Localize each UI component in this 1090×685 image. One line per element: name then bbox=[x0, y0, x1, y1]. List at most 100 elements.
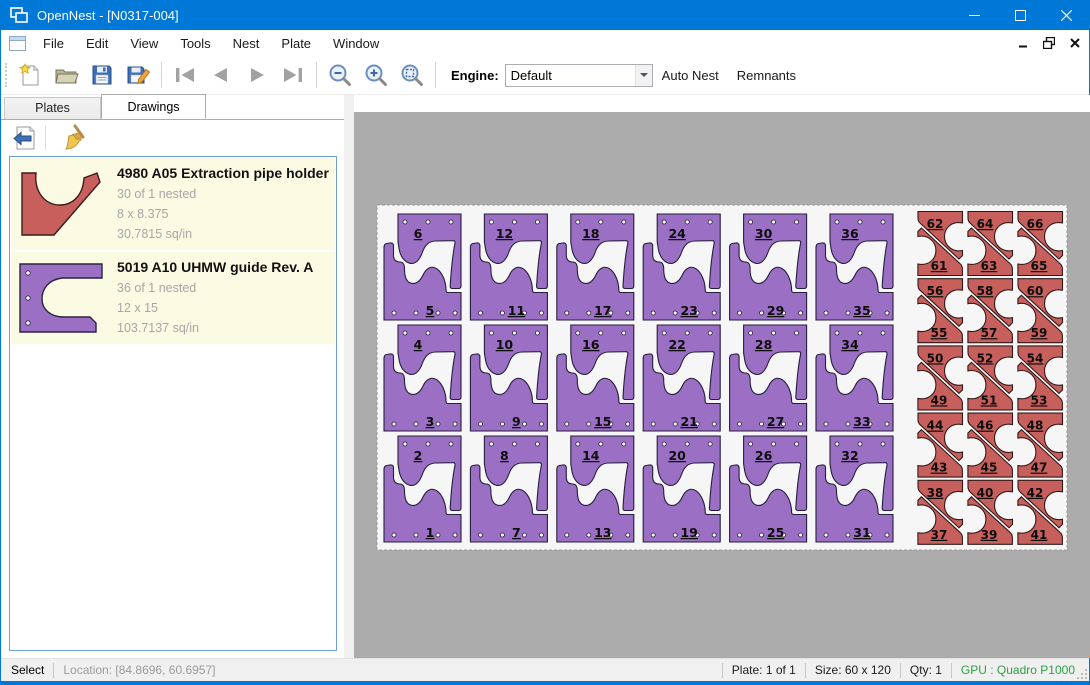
part-number: 22 bbox=[668, 337, 685, 352]
part-number: 65 bbox=[1031, 259, 1048, 273]
part-number: 66 bbox=[1027, 217, 1044, 231]
app-icon bbox=[10, 7, 28, 23]
import-drawing-button[interactable] bbox=[7, 123, 41, 153]
status-location: Location: [84.8696, 60.6957] bbox=[63, 663, 215, 677]
tab-plates[interactable]: Plates bbox=[4, 97, 101, 119]
nest-canvas[interactable]: 6543211211109871817161514132423222120193… bbox=[354, 95, 1090, 658]
part-number: 3 bbox=[426, 414, 435, 429]
menu-plate[interactable]: Plate bbox=[270, 32, 322, 55]
part-number: 42 bbox=[1027, 486, 1044, 500]
remnants-button[interactable]: Remnants bbox=[728, 62, 805, 89]
window-title: OpenNest - [N0317-004] bbox=[37, 8, 179, 23]
drawing-thumbnail-red bbox=[11, 160, 111, 248]
zoom-out-icon bbox=[327, 62, 353, 88]
mdi-minimize-button[interactable] bbox=[1015, 35, 1031, 51]
part-number: 33 bbox=[853, 414, 870, 429]
part-number: 20 bbox=[668, 448, 686, 463]
part-number: 24 bbox=[668, 226, 686, 241]
status-plate: Plate: 1 of 1 bbox=[732, 663, 796, 677]
part-number: 55 bbox=[931, 326, 948, 340]
toolbar-grip[interactable] bbox=[5, 63, 8, 87]
menu-edit[interactable]: Edit bbox=[75, 32, 119, 55]
engine-label: Engine: bbox=[451, 68, 499, 83]
window-bottom-border bbox=[1, 681, 1089, 685]
save-as-button[interactable] bbox=[120, 59, 156, 91]
panel-splitter[interactable] bbox=[344, 95, 354, 658]
part-number: 16 bbox=[582, 337, 600, 352]
mdi-document-icon[interactable] bbox=[9, 36, 26, 51]
status-bar: Select Location: [84.8696, 60.6957] Plat… bbox=[1, 658, 1089, 681]
import-drawing-icon bbox=[10, 124, 38, 152]
part-number: 31 bbox=[853, 525, 870, 540]
broom-icon bbox=[59, 124, 87, 152]
maximize-button[interactable] bbox=[997, 0, 1043, 30]
zoom-in-button[interactable] bbox=[358, 59, 394, 91]
go-last-icon bbox=[280, 62, 306, 88]
part-number: 43 bbox=[931, 461, 948, 475]
part-number: 12 bbox=[496, 226, 513, 241]
go-previous-icon bbox=[208, 62, 234, 88]
drawing-thumbnail-purple bbox=[11, 254, 111, 342]
part-number: 41 bbox=[1031, 528, 1048, 542]
open-file-button[interactable] bbox=[48, 59, 84, 91]
menu-nest[interactable]: Nest bbox=[222, 32, 271, 55]
mdi-restore-button[interactable] bbox=[1041, 35, 1057, 51]
part-number: 53 bbox=[1031, 393, 1048, 407]
part-number: 52 bbox=[977, 351, 994, 365]
status-mode: Select bbox=[11, 663, 44, 677]
drawing-area: 30.7815 sq/in bbox=[117, 224, 335, 244]
chevron-down-icon bbox=[640, 73, 648, 77]
part-number: 7 bbox=[512, 525, 521, 540]
status-qty: Qty: 1 bbox=[910, 663, 942, 677]
clear-drawings-button[interactable] bbox=[56, 123, 90, 153]
zoom-fit-icon bbox=[399, 62, 425, 88]
zoom-fit-button[interactable] bbox=[394, 59, 430, 91]
part-number: 27 bbox=[767, 414, 784, 429]
drawing-area: 103.7137 sq/in bbox=[117, 318, 335, 338]
go-first-icon bbox=[172, 62, 198, 88]
drawings-toolbar bbox=[1, 120, 344, 156]
menu-tools[interactable]: Tools bbox=[169, 32, 221, 55]
part-number: 63 bbox=[981, 259, 998, 273]
resize-grip[interactable] bbox=[1076, 668, 1088, 680]
drawing-item-2[interactable]: 5019 A10 UHMW guide Rev. A 36 of 1 neste… bbox=[11, 252, 335, 344]
part-number: 21 bbox=[680, 414, 697, 429]
drawing-item-1[interactable]: 4980 A05 Extraction pipe holder 30 of 1 … bbox=[11, 158, 335, 250]
part-number: 39 bbox=[981, 528, 998, 542]
part-number: 19 bbox=[680, 525, 697, 540]
part-number: 54 bbox=[1027, 351, 1044, 365]
go-previous-button[interactable] bbox=[203, 59, 239, 91]
save-button[interactable] bbox=[84, 59, 120, 91]
part-number: 46 bbox=[977, 419, 994, 433]
go-next-button[interactable] bbox=[239, 59, 275, 91]
part-number: 64 bbox=[977, 217, 994, 231]
part-number: 23 bbox=[680, 303, 697, 318]
part-number: 38 bbox=[927, 486, 944, 500]
go-last-button[interactable] bbox=[275, 59, 311, 91]
tab-drawings[interactable]: Drawings bbox=[101, 94, 206, 119]
menu-view[interactable]: View bbox=[119, 32, 169, 55]
part-number: 60 bbox=[1027, 284, 1044, 298]
save-icon bbox=[89, 62, 115, 88]
minimize-button[interactable] bbox=[951, 0, 997, 30]
part-number: 32 bbox=[841, 448, 858, 463]
left-panel: Plates Drawings bbox=[1, 95, 344, 658]
menu-file[interactable]: File bbox=[32, 32, 75, 55]
auto-nest-button[interactable]: Auto Nest bbox=[653, 62, 728, 89]
part-number: 17 bbox=[594, 303, 611, 318]
part-number: 13 bbox=[594, 525, 611, 540]
part-number: 26 bbox=[755, 448, 773, 463]
part-number: 61 bbox=[931, 259, 948, 273]
drawings-list: 4980 A05 Extraction pipe holder 30 of 1 … bbox=[9, 156, 337, 651]
part-number: 1 bbox=[426, 525, 435, 540]
new-file-button[interactable] bbox=[12, 59, 48, 91]
engine-dropdown-button[interactable] bbox=[635, 65, 652, 86]
mdi-close-button[interactable] bbox=[1067, 35, 1083, 51]
engine-select[interactable]: Default bbox=[505, 64, 653, 87]
close-button[interactable] bbox=[1043, 0, 1089, 30]
go-next-icon bbox=[244, 62, 270, 88]
menu-window[interactable]: Window bbox=[322, 32, 390, 55]
zoom-out-button[interactable] bbox=[322, 59, 358, 91]
go-first-button[interactable] bbox=[167, 59, 203, 91]
drawing-nested: 30 of 1 nested bbox=[117, 184, 335, 204]
